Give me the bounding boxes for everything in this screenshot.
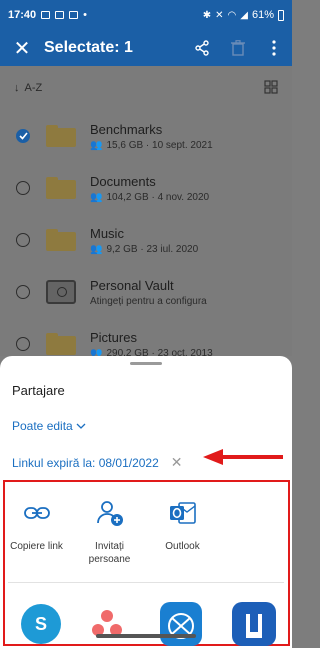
option-label: Copiere link (10, 541, 63, 552)
status-bar: 17:40 • ✱ ✕ ◠ ◢ 61% (0, 0, 292, 30)
more-options-icon[interactable] (256, 40, 292, 56)
gesture-bar[interactable] (96, 634, 196, 638)
bluetooth-icon: ✱ (202, 9, 212, 21)
checkbox[interactable] (16, 181, 30, 195)
clear-expiry-icon[interactable]: ✕ (171, 454, 183, 471)
grid-view-icon[interactable] (264, 79, 278, 97)
notification-dot: • (83, 9, 87, 21)
shared-people-icon: 👥 (90, 139, 103, 151)
list-item[interactable]: Documents 👥 104,2 GB · 4 nov. 2020 (0, 162, 292, 214)
notification-icon-3 (69, 11, 79, 19)
list-item[interactable]: Music 👥 9,2 GB · 23 iul. 2020 (0, 214, 292, 266)
sort-label[interactable]: A-Z (25, 82, 43, 94)
share-sheet: Partajare Poate edita Linkul expiră la: … (0, 356, 292, 648)
checkbox[interactable] (16, 233, 30, 247)
clock: 17:40 (8, 9, 37, 21)
selected-checkbox[interactable] (16, 129, 30, 143)
annotation-arrow-icon (203, 449, 283, 465)
delete-icon[interactable] (220, 40, 256, 56)
item-name: Music (90, 225, 124, 241)
file-list: ↓ A-Z Benchmarks 👥 15,6 GB · 10 sept. 202… (0, 66, 292, 359)
outlook-option[interactable]: Outlook (146, 494, 219, 566)
item-name: Documents (90, 173, 156, 189)
chevron-down-icon (76, 419, 86, 433)
outlook-icon (169, 494, 197, 532)
folder-icon (46, 229, 76, 251)
app-bar: ✕ Selectate: 1 (0, 30, 292, 66)
expiry-label[interactable]: Linkul expiră la: 08/01/2022 (12, 456, 159, 470)
signal-icon: ◢ (240, 9, 248, 21)
notification-icon (41, 11, 51, 19)
option-label: Outlook (165, 541, 200, 552)
folder-icon (46, 125, 76, 147)
shared-people-icon: 👥 (90, 191, 103, 203)
item-meta: 9,2 GB · 23 iul. 2020 (106, 243, 199, 255)
close-icon[interactable]: ✕ (0, 36, 44, 61)
notification-icon-2 (55, 11, 65, 19)
page-title: Selectate: 1 (44, 39, 133, 56)
mute-icon: ✕ (215, 9, 224, 21)
checkbox[interactable] (16, 285, 30, 299)
link-icon (23, 494, 50, 532)
list-item[interactable]: Personal Vault Atingeți pentru a configu… (0, 266, 292, 318)
divider (8, 582, 284, 583)
option-label: Invitați persoane (88, 541, 131, 565)
sort-bar[interactable]: ↓ A-Z (0, 66, 292, 110)
copy-link-option[interactable]: Copiere link (0, 494, 73, 566)
item-meta: 104,2 GB · 4 nov. 2020 (106, 191, 210, 203)
skype-icon[interactable]: S (21, 604, 61, 644)
battery-level: 61% (251, 9, 274, 21)
item-name: Benchmarks (90, 121, 163, 137)
share-icon[interactable] (184, 40, 220, 56)
permission-label: Poate edita (12, 419, 73, 433)
app-icon[interactable] (160, 602, 202, 646)
list-item[interactable]: Benchmarks 👥 15,6 GB · 10 sept. 2021 (0, 110, 292, 162)
sort-arrow-icon: ↓ (14, 82, 20, 94)
item-meta: 15,6 GB · 10 sept. 2021 (106, 139, 213, 151)
share-options: Copiere link Invitați persoane Outlook (0, 494, 292, 566)
battery-icon (278, 9, 284, 21)
folder-icon (46, 333, 76, 355)
permission-dropdown[interactable]: Poate edita (12, 419, 86, 433)
wifi-icon: ◠ (227, 9, 237, 21)
drag-handle[interactable] (130, 362, 162, 365)
link-expiry[interactable]: Linkul expiră la: 08/01/2022 ✕ (12, 454, 183, 471)
vault-icon (46, 280, 76, 304)
checkbox[interactable] (16, 337, 30, 351)
invite-people-option[interactable]: Invitați persoane (73, 494, 146, 566)
item-meta: Atingeți pentru a configura (90, 295, 207, 307)
invite-person-icon (96, 494, 124, 532)
item-name: Personal Vault (90, 277, 174, 293)
app-icon-2[interactable] (232, 602, 276, 646)
sheet-title: Partajare (12, 383, 65, 398)
item-name: Pictures (90, 329, 137, 345)
share-apps-row: S (0, 596, 292, 648)
folder-icon (46, 177, 76, 199)
shared-people-icon: 👥 (90, 243, 103, 255)
